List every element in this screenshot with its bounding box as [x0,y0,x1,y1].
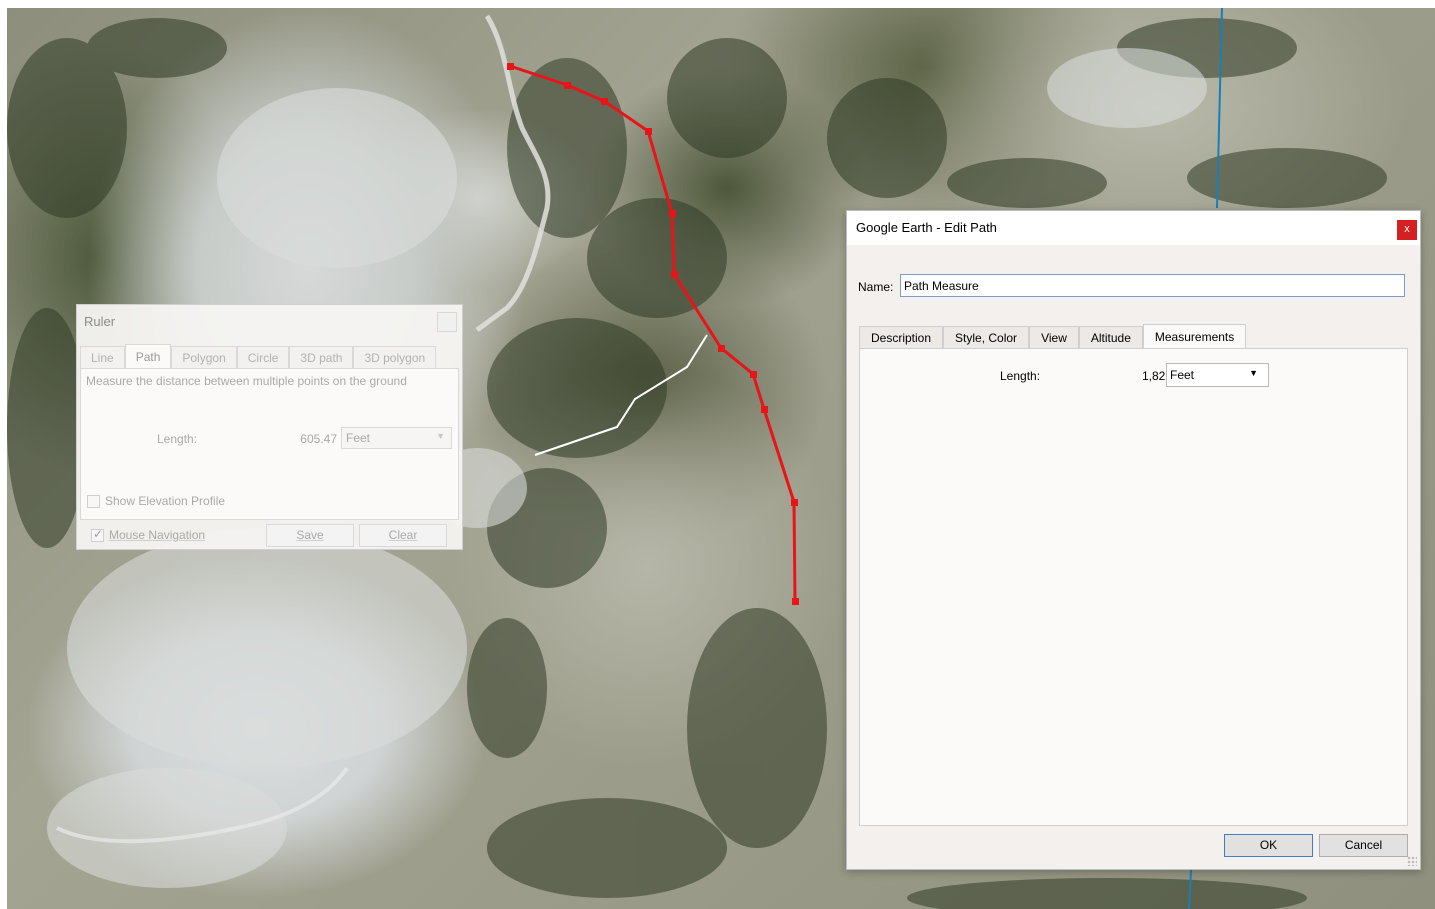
ruler-tab-circle[interactable]: Circle [236,346,290,368]
path-vertex[interactable] [669,210,676,217]
elevation-profile-label: Show Elevation Profile [105,494,226,508]
edit-path-tabs: Description Style, Color View Altitude M… [859,324,1247,350]
dialog-titlebar[interactable]: Google Earth - Edit Path x [847,211,1420,245]
path-vertex[interactable] [791,499,798,506]
unit-value: Feet [1170,368,1195,382]
ruler-unit-value: Feet [346,431,371,445]
length-label: Length: [1000,369,1041,383]
ok-button[interactable]: OK [1224,834,1313,857]
length-value: 1,821 [1141,369,1172,383]
ruler-save-button[interactable]: Save [266,524,354,547]
path-vertex[interactable] [671,271,678,278]
dialog-title: Google Earth - Edit Path [856,220,997,235]
cancel-button[interactable]: Cancel [1319,834,1408,857]
tab-altitude[interactable]: Altitude [1078,326,1143,349]
tab-style-color[interactable]: Style, Color [943,326,1030,349]
ruler-unit-select[interactable]: Feet ▼ [341,427,452,449]
path-vertex[interactable] [761,406,768,413]
path-vertex[interactable] [718,345,725,352]
tab-description[interactable]: Description [859,326,944,349]
ruler-tab-polygon[interactable]: Polygon [171,346,237,368]
mouse-navigation-option[interactable]: Mouse Navigation [91,527,206,542]
ruler-tabs: Line Path Polygon Circle 3D path 3D poly… [80,344,437,369]
measurements-panel: Length: 1,821 Feet ▼ [859,348,1408,826]
ruler-panel: Measure the distance between multiple po… [80,368,459,520]
chevron-down-icon: ▼ [436,431,445,441]
ruler-description: Measure the distance between multiple po… [86,374,407,388]
tab-measurements[interactable]: Measurements [1142,324,1247,350]
path-vertex[interactable] [601,98,608,105]
ruler-length-value: 605.47 [300,432,337,446]
path-vertex[interactable] [564,82,571,89]
tab-view[interactable]: View [1029,326,1079,349]
ruler-tab-3d-polygon[interactable]: 3D polygon [353,346,437,368]
ruler-tab-path[interactable]: Path [124,344,172,369]
ruler-tab-line[interactable]: Line [80,346,125,368]
close-button[interactable]: x [1397,220,1417,240]
ruler-length-label: Length: [157,432,198,446]
mouse-navigation-label: Mouse Navigation [109,528,206,542]
path-vertex[interactable] [750,371,757,378]
ruler-title: Ruler [84,314,116,329]
mouse-navigation-checkbox[interactable] [91,527,104,542]
name-input[interactable] [900,274,1405,297]
chevron-down-icon: ▼ [1249,368,1258,378]
path-vertex[interactable] [507,63,514,70]
ruler-close-button[interactable] [437,312,457,332]
resize-grip-icon[interactable] [1407,856,1417,866]
ruler-tab-3d-path[interactable]: 3D path [289,346,354,368]
name-label: Name: [858,280,894,294]
elevation-profile-option[interactable]: Show Elevation Profile [87,494,225,508]
path-vertex[interactable] [645,128,652,135]
unit-select[interactable]: Feet ▼ [1166,363,1269,387]
ruler-clear-button[interactable]: Clear [359,524,447,547]
edit-path-dialog: Google Earth - Edit Path x Name: Descrip… [846,210,1421,870]
path-vertex[interactable] [792,598,799,605]
elevation-profile-checkbox[interactable] [87,494,100,508]
ruler-window: Ruler Line Path Polygon Circle 3D path 3… [76,304,463,550]
